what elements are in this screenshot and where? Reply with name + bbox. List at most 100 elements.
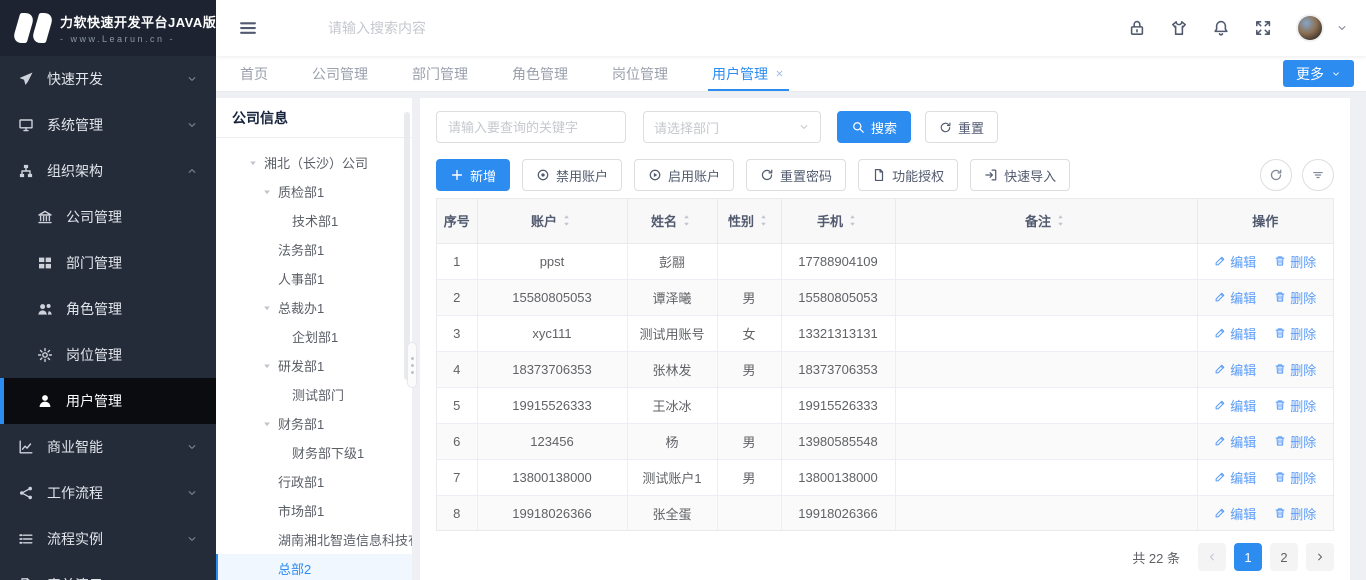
- tree-node[interactable]: 湖南湘北智造信息科技有限: [216, 525, 412, 554]
- tree-node[interactable]: 湘北（长沙）公司: [216, 148, 412, 177]
- tab[interactable]: 部门管理: [412, 56, 468, 91]
- tree-scrollbar[interactable]: [404, 112, 410, 380]
- table-row[interactable]: 1ppst彭翮17788904109编辑删除: [437, 243, 1333, 279]
- table-row[interactable]: 215580805053谭泽曦男15580805053编辑删除: [437, 279, 1333, 315]
- panel-resize-handle[interactable]: [407, 342, 417, 388]
- global-search-input[interactable]: [328, 20, 648, 36]
- sidebar-item[interactable]: 角色管理: [0, 286, 216, 332]
- tree-node[interactable]: 财务部1: [216, 409, 412, 438]
- delete-link[interactable]: 删除: [1274, 432, 1316, 451]
- sidebar-item[interactable]: 岗位管理: [0, 332, 216, 378]
- edit-link[interactable]: 编辑: [1214, 432, 1256, 451]
- column-header[interactable]: 备注: [895, 199, 1197, 243]
- sidebar-item[interactable]: 工作流程: [0, 470, 216, 516]
- sidebar-item[interactable]: 公司管理: [0, 194, 216, 240]
- disable-account-button[interactable]: 禁用账户: [522, 159, 622, 191]
- tshirt-icon[interactable]: [1170, 19, 1188, 37]
- next-page-button[interactable]: [1306, 543, 1334, 571]
- delete-link[interactable]: 删除: [1274, 324, 1316, 343]
- department-select[interactable]: 请选择部门: [643, 111, 821, 143]
- tree-node[interactable]: 行政部1: [216, 467, 412, 496]
- edit-link[interactable]: 编辑: [1214, 504, 1256, 523]
- tab[interactable]: 角色管理: [512, 56, 568, 91]
- edit-link[interactable]: 编辑: [1214, 288, 1256, 307]
- edit-link[interactable]: 编辑: [1214, 360, 1256, 379]
- column-header[interactable]: 手机: [781, 199, 895, 243]
- reset-button[interactable]: 重置: [925, 111, 998, 143]
- sidebar-item[interactable]: 用户管理: [0, 378, 216, 424]
- edit-link[interactable]: 编辑: [1214, 324, 1256, 343]
- sort-icon[interactable]: [560, 214, 573, 227]
- sort-icon[interactable]: [680, 214, 693, 227]
- add-button[interactable]: 新增: [436, 159, 510, 191]
- page-button[interactable]: 2: [1270, 543, 1298, 571]
- keyword-input[interactable]: [436, 111, 626, 143]
- column-header[interactable]: 账户: [477, 199, 627, 243]
- table-row[interactable]: 819918026366张全蛋19918026366编辑删除: [437, 495, 1333, 531]
- sidebar-item[interactable]: 商业智能: [0, 424, 216, 470]
- edit-link[interactable]: 编辑: [1214, 396, 1256, 415]
- column-header[interactable]: 姓名: [627, 199, 717, 243]
- caret-down-icon[interactable]: [262, 187, 276, 197]
- delete-link[interactable]: 删除: [1274, 288, 1316, 307]
- function-auth-button[interactable]: 功能授权: [858, 159, 958, 191]
- quick-import-button[interactable]: 快速导入: [970, 159, 1070, 191]
- edit-link[interactable]: 编辑: [1214, 468, 1256, 487]
- bell-icon[interactable]: [1212, 19, 1230, 37]
- sidebar-item[interactable]: 部门管理: [0, 240, 216, 286]
- sort-icon[interactable]: [757, 214, 770, 227]
- sort-icon[interactable]: [846, 214, 859, 227]
- page-button[interactable]: 1: [1234, 543, 1262, 571]
- table-row[interactable]: 713800138000测试账户1男13800138000编辑删除: [437, 459, 1333, 495]
- enable-account-button[interactable]: 启用账户: [634, 159, 734, 191]
- search-button[interactable]: 搜索: [837, 111, 911, 143]
- caret-down-icon[interactable]: [262, 419, 276, 429]
- column-filter-button[interactable]: [1302, 159, 1334, 191]
- table-row[interactable]: 519915526333王冰冰19915526333编辑删除: [437, 387, 1333, 423]
- tree-node[interactable]: 质检部1: [216, 177, 412, 206]
- table-row[interactable]: 6123456杨男13980585548编辑删除: [437, 423, 1333, 459]
- tab[interactable]: 公司管理: [312, 56, 368, 91]
- tab[interactable]: 首页: [240, 56, 268, 91]
- hamburger-icon[interactable]: [238, 18, 258, 38]
- tree-node[interactable]: 企划部1: [216, 322, 412, 351]
- lock-icon[interactable]: [1128, 19, 1146, 37]
- fullscreen-icon[interactable]: [1254, 19, 1272, 37]
- caret-down-icon[interactable]: [262, 303, 276, 313]
- sidebar-item[interactable]: 快速开发: [0, 56, 216, 102]
- delete-link[interactable]: 删除: [1274, 468, 1316, 487]
- tree-node[interactable]: 测试部门: [216, 380, 412, 409]
- sort-icon[interactable]: [1054, 214, 1067, 227]
- column-header[interactable]: 性别: [717, 199, 781, 243]
- table-row[interactable]: 3xyc111测试用账号女13321313131编辑删除: [437, 315, 1333, 351]
- delete-link[interactable]: 删除: [1274, 396, 1316, 415]
- tree-node[interactable]: 财务部下级1: [216, 438, 412, 467]
- tree-node[interactable]: 法务部1: [216, 235, 412, 264]
- table-row[interactable]: 418373706353张林发男18373706353编辑删除: [437, 351, 1333, 387]
- tree-node[interactable]: 技术部1: [216, 206, 412, 235]
- reset-password-button[interactable]: 重置密码: [746, 159, 846, 191]
- tab[interactable]: 岗位管理: [612, 56, 668, 91]
- tree-node[interactable]: 市场部1: [216, 496, 412, 525]
- sidebar-item[interactable]: 流程实例: [0, 516, 216, 562]
- tree-node[interactable]: 研发部1: [216, 351, 412, 380]
- refresh-grid-button[interactable]: [1260, 159, 1292, 191]
- delete-link[interactable]: 删除: [1274, 360, 1316, 379]
- chevron-down-icon[interactable]: [1336, 22, 1348, 34]
- caret-down-icon[interactable]: [248, 158, 262, 168]
- delete-link[interactable]: 删除: [1274, 504, 1316, 523]
- tab[interactable]: 用户管理: [712, 56, 785, 91]
- prev-page-button[interactable]: [1198, 543, 1226, 571]
- tree-node[interactable]: 总部2: [216, 554, 412, 580]
- sidebar-item[interactable]: 系统管理: [0, 102, 216, 148]
- more-button[interactable]: 更多: [1283, 60, 1354, 87]
- sidebar-item[interactable]: 组织架构: [0, 148, 216, 194]
- edit-link[interactable]: 编辑: [1214, 252, 1256, 271]
- tree-node[interactable]: 人事部1: [216, 264, 412, 293]
- tree-node[interactable]: 总裁办1: [216, 293, 412, 322]
- avatar[interactable]: [1296, 14, 1324, 42]
- delete-link[interactable]: 删除: [1274, 252, 1316, 271]
- caret-down-icon[interactable]: [262, 361, 276, 371]
- sidebar-item[interactable]: 表单演示: [0, 562, 216, 580]
- close-icon[interactable]: [774, 68, 785, 79]
